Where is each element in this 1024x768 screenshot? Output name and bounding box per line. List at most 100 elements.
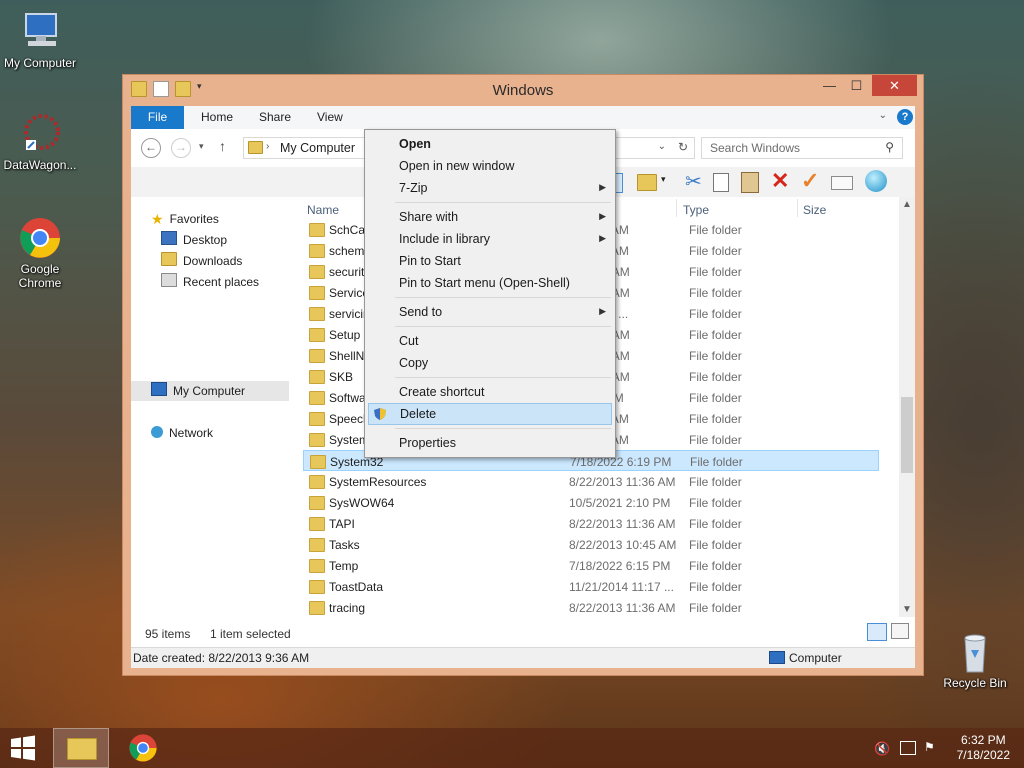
title-bar[interactable]: ▾ Windows — ☐ ✕ xyxy=(123,75,923,105)
nav-desktop[interactable]: Desktop xyxy=(161,230,227,250)
menu-item-create-shortcut[interactable]: Create shortcut xyxy=(365,381,615,403)
table-row[interactable]: SystemResources 8/22/2013 11:36 AM File fo… xyxy=(303,471,879,492)
scroll-up-icon[interactable]: ▲ xyxy=(902,199,912,210)
file-name: Service xyxy=(329,286,370,300)
file-type: File folder xyxy=(689,223,742,237)
network-icon xyxy=(151,426,163,438)
close-button[interactable]: ✕ xyxy=(872,75,917,96)
desktop-icon-recycle-bin[interactable]: Recycle Bin xyxy=(935,630,1015,690)
column-type[interactable]: Type xyxy=(683,203,709,217)
file-type: File folder xyxy=(690,455,743,469)
nav-favorites[interactable]: ★ Favorites xyxy=(151,209,219,229)
file-name: Setup xyxy=(329,328,361,342)
downloads-icon xyxy=(161,252,177,266)
menu-item-properties[interactable]: Properties xyxy=(365,432,615,454)
menu-item-7zip[interactable]: 7-Zip ▶ xyxy=(365,177,615,199)
refresh-icon[interactable]: ↻ xyxy=(678,140,688,154)
table-row[interactable]: ToastData 11/21/2014 11:17 ... File folder xyxy=(303,576,879,597)
menu-item-send-to[interactable]: Send to ▶ xyxy=(365,301,615,323)
tab-view[interactable]: View xyxy=(317,106,343,129)
help-icon[interactable]: ? xyxy=(897,109,913,125)
large-icons-view-icon[interactable] xyxy=(891,623,909,639)
volume-muted-icon[interactable]: 🔇 xyxy=(874,741,890,757)
table-row[interactable]: Temp 7/18/2022 6:15 PM File folder xyxy=(303,555,879,576)
scrollbar-thumb[interactable] xyxy=(901,397,913,473)
table-row[interactable]: Tasks 8/22/2013 10:45 AM File folder xyxy=(303,534,879,555)
breadcrumb-my-computer[interactable]: My Computer xyxy=(280,141,355,155)
chevron-down-icon[interactable]: ▾ xyxy=(661,174,666,185)
vertical-scrollbar[interactable]: ▲ ▼ xyxy=(899,197,915,617)
column-divider xyxy=(676,199,677,217)
chevron-down-icon[interactable]: ⌄ xyxy=(879,110,887,121)
taskbar-chrome[interactable] xyxy=(122,728,166,768)
nav-recent-places[interactable]: Recent places xyxy=(161,272,259,292)
cut-icon[interactable]: ✂ xyxy=(685,169,702,194)
table-row[interactable]: TAPI 8/22/2013 11:36 AM File folder xyxy=(303,513,879,534)
taskbar: 🔇 ⚑ 6:32 PM 7/18/2022 xyxy=(0,728,1024,768)
menu-item-share-with[interactable]: Share with ▶ xyxy=(365,206,615,228)
action-center-icon[interactable]: ⚑ xyxy=(924,740,935,754)
scroll-down-icon[interactable]: ▼ xyxy=(902,604,912,615)
table-row[interactable]: SysWOW64 10/5/2021 2:10 PM File folder xyxy=(303,492,879,513)
desktop-icon-my-computer[interactable]: My Computer xyxy=(0,10,80,70)
folder-icon xyxy=(309,433,325,447)
context-menu: Open Open in new window 7-Zip ▶ Share wit… xyxy=(364,129,616,458)
menu-item-cut[interactable]: Cut xyxy=(365,330,615,352)
file-date-modified: 7/18/2022 6:15 PM xyxy=(569,559,671,573)
menu-item-open-new-window[interactable]: Open in new window xyxy=(365,155,615,177)
copy-icon[interactable] xyxy=(713,173,729,192)
taskbar-file-explorer[interactable] xyxy=(53,728,109,768)
file-name: ShellN xyxy=(329,349,365,363)
nav-network[interactable]: Network xyxy=(151,423,213,443)
file-name: SKB xyxy=(329,370,354,384)
search-input[interactable]: Search Windows ⚲ xyxy=(701,137,903,159)
tab-share[interactable]: Share xyxy=(259,106,291,129)
file-date-modified: 8/22/2013 11:36 AM xyxy=(569,517,676,531)
forward-button[interactable]: → xyxy=(171,138,191,158)
folder-icon xyxy=(309,286,325,300)
network-status-icon[interactable] xyxy=(900,741,916,755)
checkmark-icon[interactable]: ✓ xyxy=(801,168,819,194)
menu-item-label: Send to xyxy=(399,305,443,319)
tab-home[interactable]: Home xyxy=(201,106,233,129)
file-name: securit xyxy=(329,265,365,279)
nav-my-computer[interactable]: My Computer xyxy=(151,381,245,401)
menu-item-pin-to-start[interactable]: Pin to Start xyxy=(365,250,615,272)
delete-icon[interactable]: ✕ xyxy=(771,168,789,194)
folder-check-icon[interactable] xyxy=(637,174,657,191)
minimize-button[interactable]: — xyxy=(816,75,843,96)
maximize-button[interactable]: ☐ xyxy=(843,75,870,96)
column-size[interactable]: Size xyxy=(803,203,826,217)
globe-icon[interactable] xyxy=(865,170,887,192)
back-button[interactable]: ← xyxy=(141,138,161,158)
up-button[interactable]: ↑ xyxy=(219,138,226,154)
menu-item-pin-to-start-menu[interactable]: Pin to Start menu (Open-Shell) xyxy=(365,272,615,294)
navigation-pane: ★ Favorites Desktop Downloads Recent plac… xyxy=(131,197,291,617)
file-type: File folder xyxy=(689,349,742,363)
menu-separator xyxy=(395,202,611,203)
address-dropdown-icon[interactable]: ⌄ xyxy=(658,141,666,152)
tab-file[interactable]: File xyxy=(131,106,184,129)
paste-icon[interactable] xyxy=(741,172,759,193)
column-name[interactable]: Name xyxy=(307,203,339,217)
chrome-icon xyxy=(129,734,157,762)
details-view-icon[interactable] xyxy=(867,623,887,641)
file-type: File folder xyxy=(689,475,742,489)
menu-item-label: Pin to Start xyxy=(399,254,461,268)
desktop-icon-google-chrome[interactable]: Google Chrome xyxy=(0,216,80,290)
submenu-arrow-icon: ▶ xyxy=(599,182,606,192)
menu-item-open[interactable]: Open xyxy=(365,133,615,155)
date-created: Date created: 8/22/2013 9:36 AM xyxy=(133,651,310,665)
menu-item-delete[interactable]: Delete xyxy=(368,403,612,425)
recent-locations-icon[interactable]: ▾ xyxy=(199,141,204,152)
table-row[interactable]: tracing 8/22/2013 11:36 AM File folder xyxy=(303,597,879,618)
rename-icon[interactable] xyxy=(831,176,853,190)
menu-item-copy[interactable]: Copy xyxy=(365,352,615,374)
system-clock[interactable]: 6:32 PM 7/18/2022 xyxy=(957,733,1010,763)
menu-item-include-in-library[interactable]: Include in library ▶ xyxy=(365,228,615,250)
start-button[interactable] xyxy=(8,728,42,768)
desktop-icon-datawagon[interactable]: DataWagon... xyxy=(0,112,80,172)
menu-item-label: 7-Zip xyxy=(399,181,428,195)
nav-downloads[interactable]: Downloads xyxy=(161,251,242,271)
breadcrumb-chevron-icon[interactable]: › xyxy=(266,141,269,152)
